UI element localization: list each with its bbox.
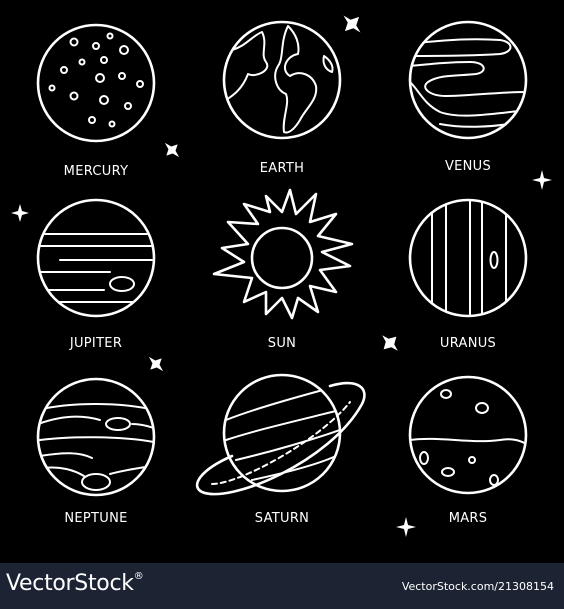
star-icon: [532, 170, 552, 190]
star-icon: [382, 335, 398, 351]
star-icon: [164, 142, 180, 158]
star-icon: [343, 15, 361, 33]
watermark-bar: VectorStock® VectorStock.com/21308154: [0, 563, 564, 609]
star-icon: [11, 204, 29, 222]
planet-label-jupiter: JUPITER: [69, 336, 122, 351]
planet-label-earth: EARTH: [260, 161, 304, 176]
planet-label-mars: MARS: [449, 511, 488, 526]
watermark-brand: VectorStock®: [6, 571, 144, 596]
sun-icon: [212, 188, 354, 320]
planet-label-sun: SUN: [268, 336, 296, 351]
mercury-icon: [36, 23, 156, 143]
planet-label-mercury: MERCURY: [64, 164, 129, 179]
planet-label-saturn: SATURN: [255, 511, 309, 526]
venus-icon: [408, 20, 528, 140]
uranus-icon: [408, 198, 528, 318]
earth-icon: [222, 20, 342, 140]
watermark-brand-text: VectorStock: [6, 571, 134, 596]
planet-label-neptune: NEPTUNE: [64, 511, 127, 526]
saturn-icon: [195, 373, 366, 496]
watermark-registered-mark: ®: [133, 571, 144, 582]
planet-label-venus: VENUS: [445, 159, 491, 174]
planets-illustration: MERCURY EARTH VENUS JUPITER SUN URANUS N…: [11, 15, 552, 537]
planet-label-uranus: URANUS: [440, 336, 496, 351]
jupiter-icon: [36, 198, 156, 318]
mars-icon: [408, 375, 528, 495]
neptune-icon: [36, 377, 156, 497]
star-icon: [396, 517, 416, 537]
watermark-url: VectorStock.com/21308154: [401, 580, 554, 593]
star-icon: [148, 356, 164, 372]
